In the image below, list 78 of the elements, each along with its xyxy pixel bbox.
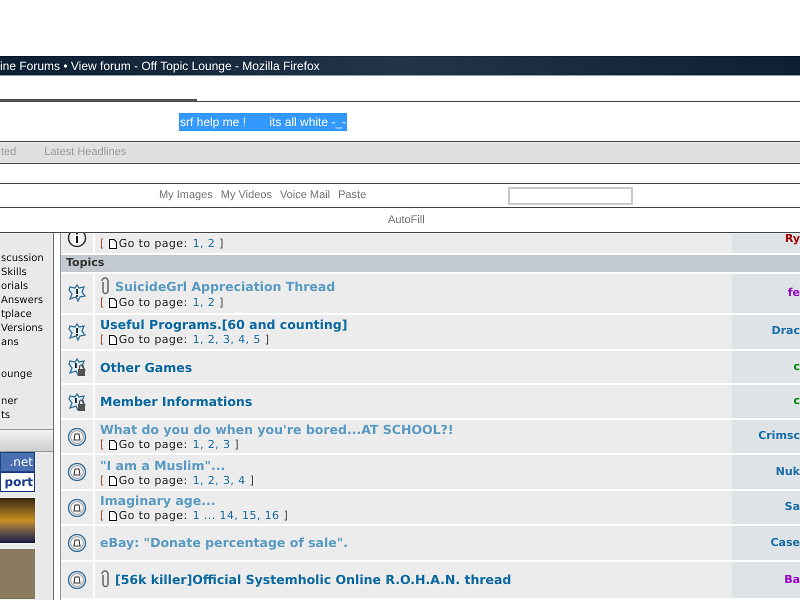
sidebar-link[interactable]: Answers xyxy=(1,294,44,308)
topic-title[interactable]: SuicideGrl Appreciation Thread xyxy=(115,278,336,295)
page-icon xyxy=(108,239,117,250)
topic-icon xyxy=(67,426,87,447)
page-icon xyxy=(108,476,117,486)
page-links[interactable]: 1 ... 14, 15, 16 xyxy=(192,509,280,524)
selected-text: srf help me ! its all white -_- xyxy=(179,112,348,130)
topic-title[interactable]: Imaginary age... xyxy=(100,492,216,510)
topic-title[interactable]: Useful Programs.[60 and counting] xyxy=(100,316,348,334)
autofill-button[interactable]: AutoFill xyxy=(388,212,425,228)
toolbar-link[interactable]: My Images xyxy=(159,187,213,204)
go-to-page-label: Go to page: xyxy=(118,509,188,524)
topics-header: Topics xyxy=(66,255,104,272)
sticky-topic-icon xyxy=(67,322,87,342)
bracket: [ xyxy=(100,509,105,524)
go-to-page-label: Go to page: xyxy=(118,237,188,252)
toolbar-link[interactable]: Paste xyxy=(338,187,366,204)
sidebar-link[interactable]: ts xyxy=(1,409,10,423)
topic-title[interactable]: Member Informations xyxy=(100,393,252,410)
page-links[interactable]: 1, 2 xyxy=(192,237,216,252)
topic-title[interactable]: "I am a Muslim"... xyxy=(100,456,226,474)
bracket: ] xyxy=(264,333,270,348)
bracket: ] xyxy=(283,509,288,524)
sticky-topic-icon xyxy=(67,283,87,304)
bracket: [ xyxy=(100,296,105,310)
go-to-page-label: Go to page: xyxy=(118,296,188,310)
bracket: [ xyxy=(100,474,105,488)
sidebar-link[interactable]: ner xyxy=(1,395,18,409)
bracket: [ xyxy=(100,333,105,348)
locked-topic-icon xyxy=(67,357,87,378)
author-name[interactable]: Ba xyxy=(780,572,800,588)
page-icon xyxy=(108,298,117,308)
page-links[interactable]: 1, 2 xyxy=(192,296,216,310)
author-name[interactable]: Ry xyxy=(784,233,800,245)
sidebar-menu-item[interactable]: .net xyxy=(0,452,35,472)
page-icon xyxy=(108,511,117,522)
topic-title[interactable]: eBay: "Donate percentage of sale". xyxy=(100,534,348,552)
bracket: [ xyxy=(100,438,105,452)
photo-placeholder xyxy=(0,549,35,599)
go-to-page-label: Go to page: xyxy=(118,333,188,348)
window-title: ine Forums • View forum - Off Topic Lounge - Mozilla Firefox xyxy=(0,58,320,74)
bracket: ] xyxy=(219,237,224,252)
sidebar-link[interactable]: ans xyxy=(1,336,19,350)
page-links[interactable]: 1, 2, 3, 4, 5 xyxy=(192,333,261,348)
topic-icon xyxy=(67,532,87,553)
topic-title[interactable]: Other Games xyxy=(100,358,192,376)
sidebar-link[interactable]: Versions xyxy=(1,322,43,336)
sidebar-link[interactable]: Skills xyxy=(1,266,27,280)
sidebar-link[interactable]: ounge xyxy=(1,368,32,382)
author-name[interactable]: Sa xyxy=(780,499,800,516)
page-links[interactable]: 1, 2, 3 xyxy=(192,438,230,452)
sidebar-link[interactable]: scussion xyxy=(1,252,44,266)
toolbar-link[interactable]: My Videos xyxy=(220,187,272,204)
bracket: [ xyxy=(100,237,105,252)
sidebar-header-bar xyxy=(0,429,53,452)
toolbar-link[interactable]: Voice Mail xyxy=(280,187,330,204)
bracket: ] xyxy=(250,474,254,488)
search-field[interactable] xyxy=(508,186,634,204)
topic-icon xyxy=(67,498,87,518)
page-icon xyxy=(108,335,117,346)
topic-icon xyxy=(67,462,87,482)
go-to-page-label: Go to page: xyxy=(118,438,188,452)
page-links[interactable]: 1, 2, 3, 4 xyxy=(192,474,246,488)
topic-title[interactable]: [56k killer]Official Systemholic Online R.O.H.A.N. thread xyxy=(115,571,512,588)
topic-title[interactable]: What do you do when you're bored...AT SCHOOL?! xyxy=(100,421,454,438)
locked-topic-icon xyxy=(67,392,87,412)
bracket: ] xyxy=(219,296,224,310)
topic-icon xyxy=(67,570,87,590)
sidebar-menu-item[interactable]: port xyxy=(0,472,35,492)
bracket: ] xyxy=(234,438,240,452)
sidebar-link[interactable]: tplace xyxy=(1,308,32,322)
sidebar-link[interactable]: orials xyxy=(1,280,28,294)
author-name[interactable]: c xyxy=(789,358,800,376)
author-name[interactable]: c xyxy=(789,393,800,410)
page-icon xyxy=(108,440,117,450)
go-to-page-label: Go to page: xyxy=(118,474,188,488)
author-name[interactable]: fe xyxy=(784,285,800,302)
banner-placeholder xyxy=(0,498,35,543)
